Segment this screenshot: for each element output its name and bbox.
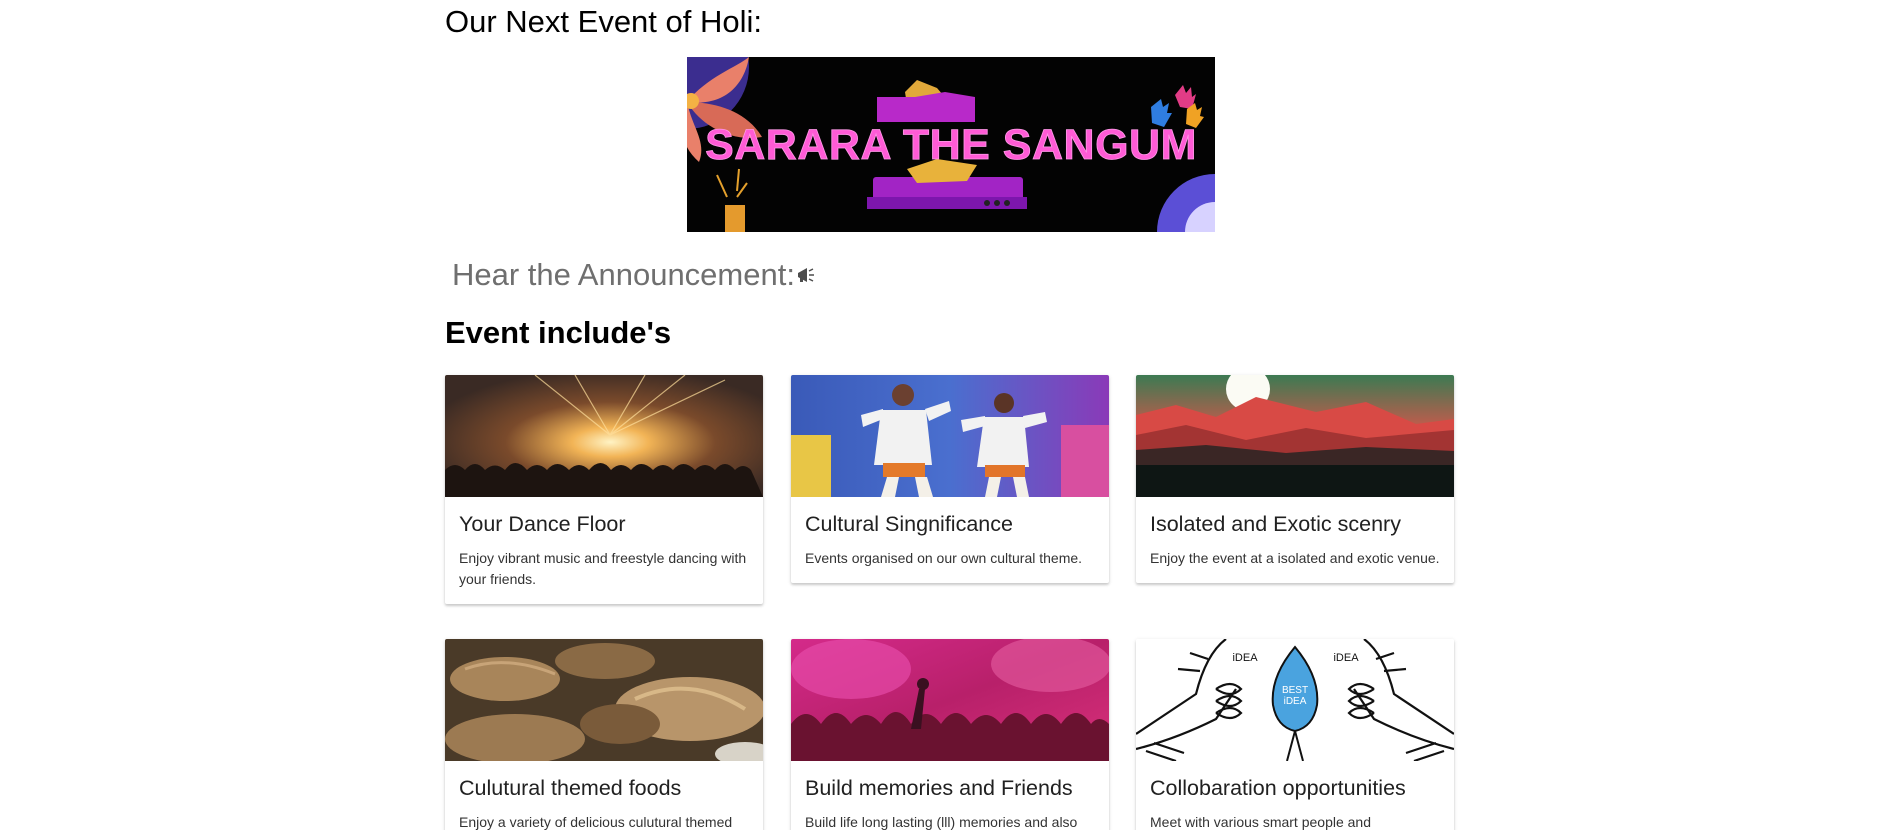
card-text: Events organised on our own cultural the… xyxy=(805,550,1083,566)
card-text: Enjoy vibrant music and freestyle dancin… xyxy=(459,550,747,587)
announcement-label: Hear the Announcement: xyxy=(452,257,795,292)
feature-card-memories: Build memories and Friends Build life lo… xyxy=(791,639,1109,830)
event-includes-heading: Event include's xyxy=(445,315,672,350)
idea-label-right: iDEA xyxy=(1333,652,1359,664)
concert-stage-image xyxy=(445,375,763,497)
feature-card-collaboration: iDEA iDEA BEST iDEA Collobaration opport… xyxy=(1136,639,1454,830)
feature-card-scenery: Isolated and Exotic scenry Enjoy the eve… xyxy=(1136,375,1454,583)
feature-card-foods: Culutural themed foods Enjoy a variety o… xyxy=(445,639,763,830)
page-container: Our Next Event of Holi: SARARA THE SANGU… xyxy=(445,0,1457,830)
megaphone-icon[interactable] xyxy=(796,265,816,285)
card-title: Isolated and Exotic scenry xyxy=(1150,512,1401,536)
holi-colors-image xyxy=(791,639,1109,761)
event-banner-image: SARARA THE SANGUM xyxy=(687,57,1215,232)
card-title: Your Dance Floor xyxy=(459,512,626,536)
feature-card-cultural: Cultural Singnificance Events organised … xyxy=(791,375,1109,583)
folk-dancers-image xyxy=(791,375,1109,497)
card-title: Build memories and Friends xyxy=(805,776,1073,800)
idea-label-left: iDEA xyxy=(1232,652,1258,664)
card-text: Meet with various smart people and xyxy=(1150,814,1371,830)
gujiya-sweets-image xyxy=(445,639,763,761)
card-title: Culutural themed foods xyxy=(459,776,682,800)
card-title: Collobaration opportunities xyxy=(1150,776,1406,800)
card-title: Cultural Singnificance xyxy=(805,512,1013,536)
best-idea-line2: iDEA xyxy=(1284,696,1307,707)
best-idea-image: iDEA iDEA BEST iDEA xyxy=(1136,639,1454,761)
feature-card-dance-floor: Your Dance Floor Enjoy vibrant music and… xyxy=(445,375,763,604)
announcement-row[interactable]: Hear the Announcement: xyxy=(452,257,816,293)
red-mountains-image xyxy=(1136,375,1454,497)
best-idea-line1: BEST xyxy=(1282,685,1308,696)
card-text: Enjoy the event at a isolated and exotic… xyxy=(1150,550,1440,566)
card-text: Build life long lasting (lll) memories a… xyxy=(805,814,1078,830)
card-text: Enjoy a variety of delicious culutural t… xyxy=(459,814,733,830)
event-banner: SARARA THE SANGUM xyxy=(687,57,1215,232)
next-event-heading: Our Next Event of Holi: xyxy=(445,4,763,39)
banner-title: SARARA THE SANGUM xyxy=(705,121,1197,169)
